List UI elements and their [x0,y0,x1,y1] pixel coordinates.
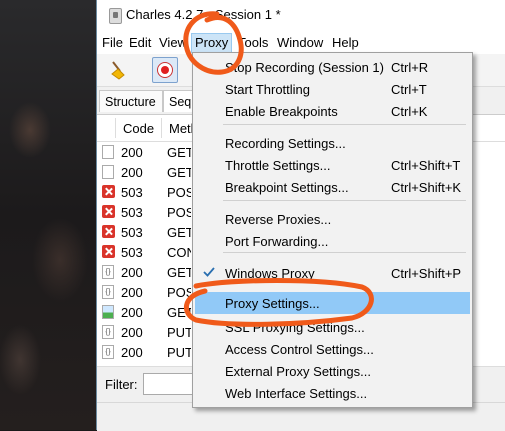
status-code: 503 [121,185,143,200]
tab-structure-label: Structure [105,95,156,109]
request-method: GET [167,305,191,320]
menu-item-ssl-proxying-settings[interactable]: SSL Proxying Settings... [195,316,470,338]
menu-item-label: Port Forwarding... [225,234,329,249]
json-icon: {} [102,285,114,299]
menu-bar: File Edit View Proxy Tools Window Help [97,32,505,54]
status-code: 200 [121,165,143,180]
request-method: POST [167,285,191,300]
menu-proxy[interactable]: Proxy [191,33,233,53]
record-button[interactable] [152,57,178,83]
menu-item-access-control-settings[interactable]: Access Control Settings... [195,338,470,360]
menu-item-port-forwarding[interactable]: Port Forwarding... [195,230,470,252]
menu-item-label: External Proxy Settings... [225,364,371,379]
menu-item-breakpoint-settings[interactable]: Breakpoint Settings... Ctrl+Shift+K [195,176,470,198]
menu-item-shortcut: Ctrl+K [391,104,428,119]
menu-separator [223,124,466,125]
menu-item-label: Access Control Settings... [225,342,374,357]
menu-item-enable-breakpoints[interactable]: Enable Breakpoints Ctrl+K [195,100,470,122]
status-code: 200 [121,345,143,360]
menu-item-label: Throttle Settings... [225,158,331,173]
menu-separator [223,252,466,253]
menu-item-label: Breakpoint Settings... [225,180,349,195]
menu-item-shortcut: Ctrl+Shift+K [391,180,462,195]
proxy-menu-dropdown: Stop Recording (Session 1) Ctrl+R Start Th… [192,52,473,408]
status-code: 200 [121,285,143,300]
document-icon [102,145,114,159]
error-icon [102,245,115,258]
menu-item-label: Stop Recording (Session 1) [225,60,384,75]
filter-label: Filter: [105,377,138,392]
charles-app-icon [109,8,122,24]
menu-item-shortcut: Ctrl+T [391,82,427,97]
json-icon: {} [102,325,114,339]
image-icon [102,305,114,319]
menu-item-windows-proxy[interactable]: Windows Proxy Ctrl+Shift+P [195,262,470,284]
menu-item-label: Web Interface Settings... [225,386,368,401]
request-method: PUT [167,345,191,360]
status-code: 503 [121,225,143,240]
menu-item-external-proxy-settings[interactable]: External Proxy Settings... [195,360,470,382]
menu-item-label: Enable Breakpoints [225,104,338,119]
status-code: 200 [121,145,143,160]
record-icon [161,66,169,74]
menu-item-proxy-settings[interactable]: Proxy Settings... [195,292,470,314]
menu-view[interactable]: View [159,35,187,50]
menu-item-label: Reverse Proxies... [225,212,332,227]
json-icon: {} [102,265,114,279]
menu-item-web-interface-settings[interactable]: Web Interface Settings... [195,382,470,404]
window-title: Charles 4.2.7 - Session 1 * [126,7,281,22]
error-icon [102,225,115,238]
menu-item-label: SSL Proxying Settings... [225,320,365,335]
menu-item-throttle-settings[interactable]: Throttle Settings... Ctrl+Shift+T [195,154,470,176]
menu-help[interactable]: Help [332,35,359,50]
menu-item-shortcut: Ctrl+Shift+P [391,266,462,281]
request-method: GET [167,265,191,280]
error-icon [102,185,115,198]
column-divider [161,118,162,138]
menu-item-shortcut: Ctrl+Shift+T [391,158,461,173]
json-icon: {} [102,345,114,359]
column-divider [115,118,116,138]
header-method[interactable]: Method [169,121,193,136]
request-method: POST [167,205,191,220]
header-code[interactable]: Code [123,121,154,136]
menu-item-label: Windows Proxy [225,266,315,281]
request-method: PUT [167,325,191,340]
request-method: GET [167,225,191,240]
desktop-background [0,0,96,430]
menu-item-reverse-proxies[interactable]: Reverse Proxies... [195,208,470,230]
request-method: GET [167,145,191,160]
menu-edit[interactable]: Edit [129,35,151,50]
menu-tools[interactable]: Tools [238,35,268,50]
status-code: 503 [121,205,143,220]
request-method: CONNECT [167,245,191,260]
menu-item-stop-recording-session-1[interactable]: Stop Recording (Session 1) Ctrl+R [195,56,470,78]
request-method: GET [167,165,191,180]
menu-item-label: Proxy Settings... [225,296,320,311]
menu-item-label: Recording Settings... [225,136,346,151]
menu-item-shortcut: Ctrl+R [391,60,429,75]
checkmark-icon [203,267,215,277]
menu-item-start-throttling[interactable]: Start Throttling Ctrl+T [195,78,470,100]
status-code: 503 [121,245,143,260]
menu-item-label: Start Throttling [225,82,311,97]
error-icon [102,205,115,218]
menu-item-recording-settings[interactable]: Recording Settings... [195,132,470,154]
title-bar: Charles 4.2.7 - Session 1 * [97,0,505,32]
menu-file[interactable]: File [102,35,123,50]
status-code: 200 [121,305,143,320]
status-code: 200 [121,265,143,280]
status-code: 200 [121,325,143,340]
menu-window[interactable]: Window [277,35,323,50]
document-icon [102,165,114,179]
request-method: POST [167,185,191,200]
tab-structure[interactable]: Structure [99,90,163,112]
menu-separator [223,200,466,201]
broom-icon[interactable] [109,60,129,80]
